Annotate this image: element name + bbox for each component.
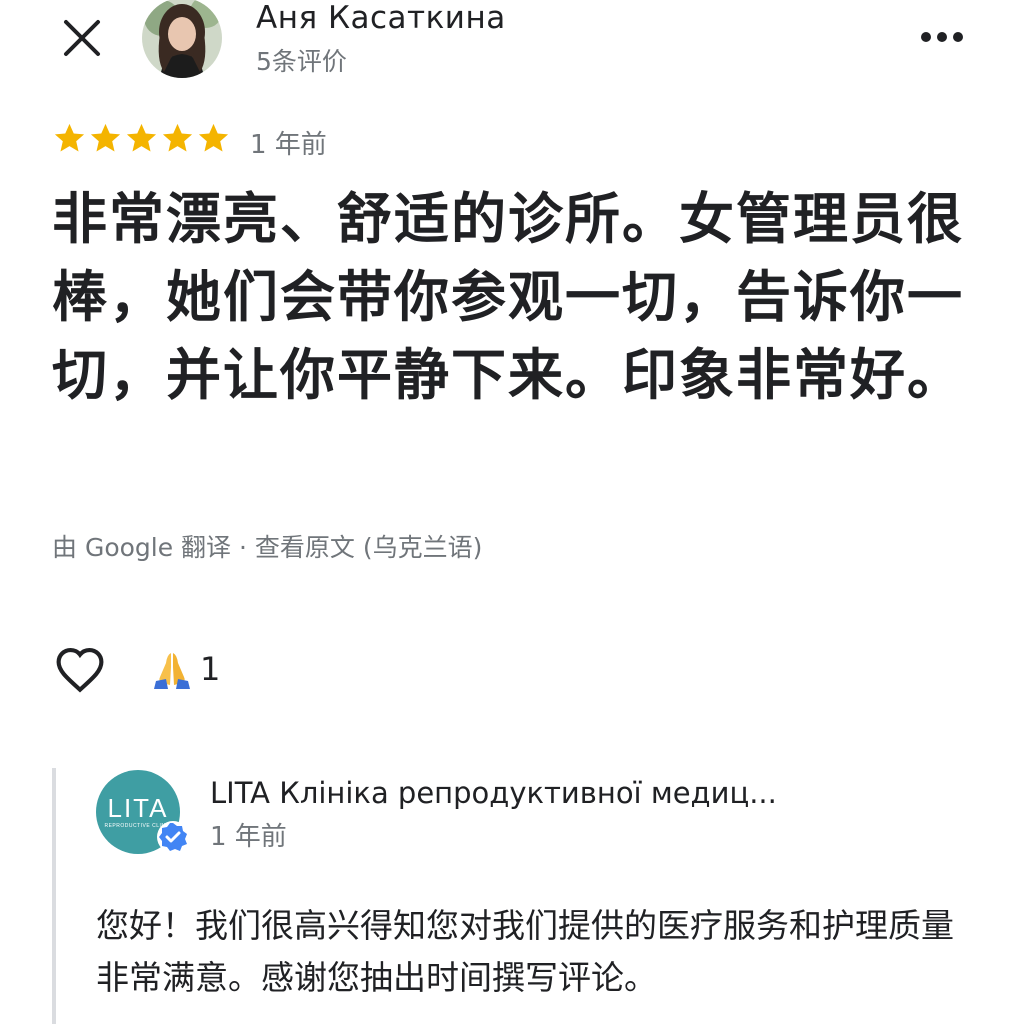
- owner-logo-text: LITA: [107, 793, 169, 823]
- more-options-button[interactable]: [914, 20, 970, 54]
- star-icon: [196, 121, 231, 156]
- author-avatar[interactable]: [142, 0, 222, 78]
- author-name[interactable]: Аня Касаткина: [256, 0, 506, 36]
- reaction-pray[interactable]: 1: [150, 646, 220, 692]
- review-detail-page: Аня Касаткина 5条评价 1 年前 非常漂亮、舒适的诊所。女管理员很…: [0, 0, 1024, 1024]
- star-rating: [52, 121, 231, 156]
- like-button[interactable]: [52, 642, 108, 696]
- owner-name[interactable]: LITA Клініка репродуктивної медиц...: [210, 776, 870, 810]
- close-button[interactable]: [56, 12, 108, 64]
- pray-emoji-icon: [154, 653, 190, 689]
- star-icon: [88, 121, 123, 156]
- verified-check-icon: [156, 820, 190, 854]
- star-icon: [52, 121, 87, 156]
- star-icon: [124, 121, 159, 156]
- star-icon: [160, 121, 195, 156]
- owner-reply-date: 1 年前: [210, 822, 287, 852]
- owner-reply-text: 您好！我们很高兴得知您对我们提供的医疗服务和护理质量非常满意。感谢您抽出时间撰写…: [96, 906, 954, 997]
- review-date: 1 年前: [250, 130, 327, 160]
- more-horizontal-icon: [921, 32, 963, 42]
- review-text: 非常漂亮、舒适的诊所。女管理员很棒，她们会带你参观一切，告诉你一切，并让你平静下…: [52, 187, 965, 407]
- reaction-count: 1: [200, 650, 221, 688]
- close-icon: [64, 20, 100, 56]
- author-review-count: 5条评价: [256, 47, 347, 76]
- translation-note[interactable]: 由 Google 翻译 · 查看原文 (乌克兰语): [52, 528, 482, 564]
- heart-outline-icon: [56, 647, 104, 693]
- reply-divider-bar: [52, 768, 56, 1024]
